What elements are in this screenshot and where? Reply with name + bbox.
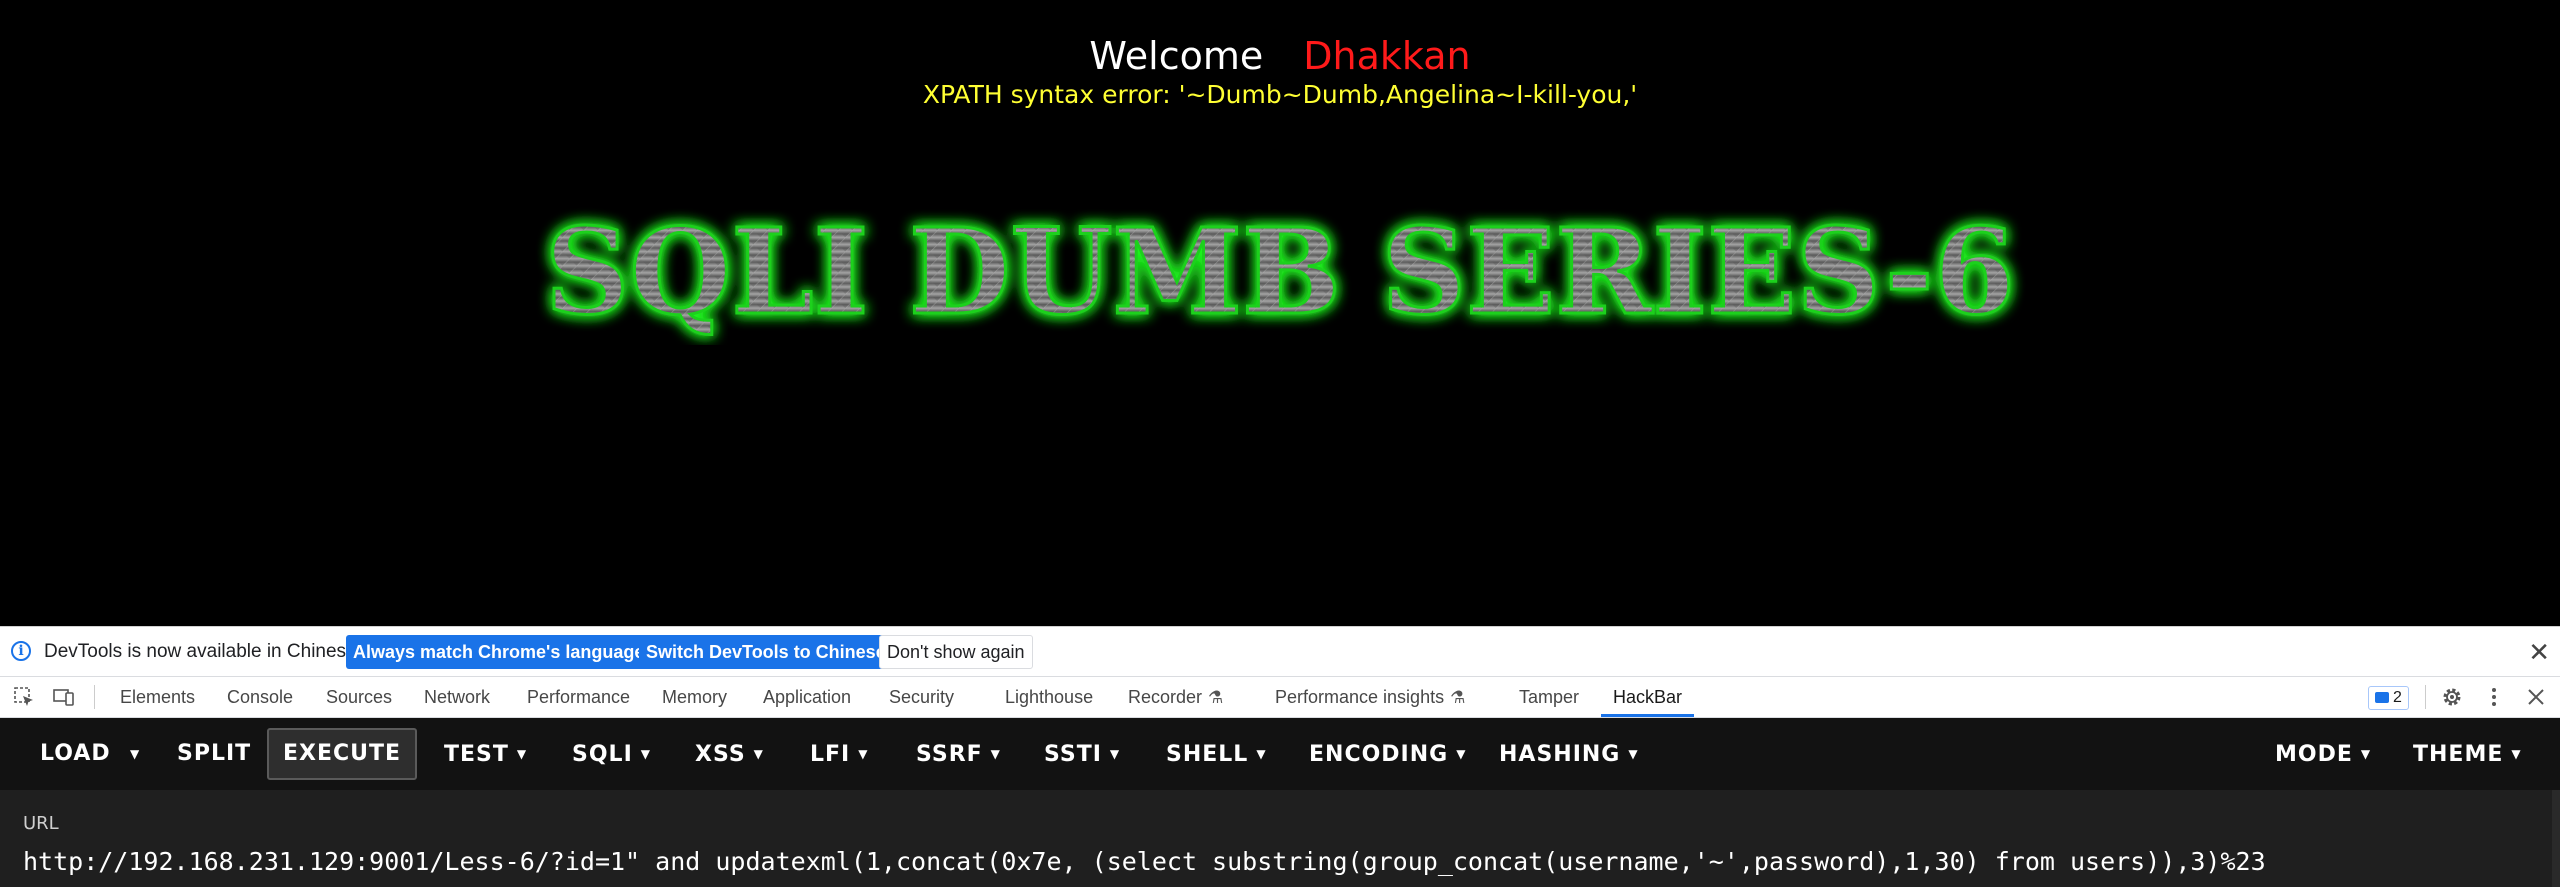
infobar-message: DevTools is now available in Chinese! (44, 641, 362, 662)
shell-menu-label: SHELL (1166, 742, 1249, 767)
mode-menu[interactable]: MODE ▼ (2275, 728, 2371, 780)
xss-menu-label: XSS (695, 742, 746, 767)
xpath-error-message: XPATH syntax error: '~Dumb~Dumb,Angelina… (922, 80, 1638, 109)
tab-elements[interactable]: Elements (120, 677, 195, 717)
chevron-down-icon: ▼ (1256, 747, 1267, 761)
sqli-dumb-series-logo: SQLI DUMB SERIES-6 (520, 195, 2040, 345)
split-button[interactable]: SPLIT (177, 728, 251, 780)
always-match-language-button[interactable]: Always match Chrome's language (346, 635, 652, 669)
dont-show-again-button[interactable]: Don't show again (879, 635, 1033, 669)
chevron-down-icon: ▼ (1456, 747, 1467, 761)
xss-menu[interactable]: XSS ▼ (695, 728, 764, 780)
device-toolbar-icon[interactable] (53, 686, 75, 708)
chevron-down-icon: ▼ (753, 747, 764, 761)
message-icon (2375, 692, 2389, 703)
tab-application[interactable]: Application (763, 677, 851, 717)
ssti-menu[interactable]: SSTI ▼ (1044, 728, 1120, 780)
chevron-down-icon: ▼ (640, 747, 651, 761)
page-viewport: Welcome Dhakkan XPATH syntax error: '~Dum… (0, 0, 2560, 626)
language-infobar: i DevTools is now available in Chinese! … (0, 626, 2560, 676)
shell-menu[interactable]: SHELL ▼ (1166, 728, 1267, 780)
tab-performance[interactable]: Performance (527, 677, 630, 717)
test-menu[interactable]: TEST ▼ (444, 728, 527, 780)
theme-menu-label: THEME (2413, 742, 2504, 767)
inspect-element-icon[interactable] (13, 686, 35, 708)
sqli-menu-label: SQLI (572, 742, 633, 767)
sqli-menu[interactable]: SQLI ▼ (572, 728, 651, 780)
lfi-menu[interactable]: LFI ▼ (810, 728, 868, 780)
tab-console[interactable]: Console (227, 677, 293, 717)
scrollbar[interactable] (2552, 790, 2560, 887)
welcome-line: Welcome Dhakkan (0, 32, 2560, 80)
devtools-panel: i DevTools is now available in Chinese! … (0, 626, 2560, 887)
tab-security[interactable]: Security (889, 677, 954, 717)
hashing-menu-label: HASHING (1499, 742, 1621, 767)
more-options-icon[interactable] (2483, 686, 2505, 708)
chevron-down-icon: ▼ (2360, 747, 2372, 761)
hackbar-url-panel: URL http://192.168.231.129:9001/Less-6/?… (0, 790, 2560, 887)
close-devtools-icon[interactable] (2525, 686, 2547, 708)
welcome-username: Dhakkan (1303, 34, 1471, 78)
welcome-text: Welcome (1089, 34, 1264, 78)
tab-performance-insights-label: Performance insights (1275, 687, 1445, 707)
info-icon: i (11, 641, 31, 661)
chevron-down-icon: ▼ (858, 747, 869, 761)
url-input[interactable]: http://192.168.231.129:9001/Less-6/?id=1… (23, 847, 2266, 876)
chevron-down-icon: ▼ (1109, 747, 1121, 761)
url-label: URL (23, 813, 59, 834)
chevron-down-icon: ▼ (516, 747, 528, 761)
tab-network[interactable]: Network (424, 677, 490, 717)
tab-sources[interactable]: Sources (326, 677, 392, 717)
theme-menu[interactable]: THEME ▼ (2413, 728, 2522, 780)
tab-lighthouse[interactable]: Lighthouse (1005, 677, 1093, 717)
load-dropdown-icon[interactable]: ▼ (130, 728, 140, 780)
issues-count: 2 (2393, 689, 2402, 706)
execute-button[interactable]: EXECUTE (267, 728, 417, 780)
ssrf-menu[interactable]: SSRF ▼ (916, 728, 1001, 780)
tab-recorder[interactable]: Recorder ⚗ (1128, 677, 1223, 717)
logo-text: SQLI DUMB SERIES-6 (545, 202, 2015, 341)
toolbar-divider (94, 685, 95, 709)
close-icon[interactable]: ✕ (2528, 637, 2550, 667)
load-button[interactable]: LOAD (40, 728, 111, 780)
encoding-menu-label: ENCODING (1309, 742, 1449, 767)
hashing-menu[interactable]: HASHING ▼ (1499, 728, 1639, 780)
switch-devtools-language-button[interactable]: Switch DevTools to Chinese (639, 635, 893, 669)
tab-recorder-label: Recorder (1128, 687, 1203, 707)
mode-menu-label: MODE (2275, 742, 2353, 767)
tab-hackbar[interactable]: HackBar (1600, 677, 1695, 717)
tab-tamper[interactable]: Tamper (1519, 677, 1579, 717)
chevron-down-icon: ▼ (990, 747, 1001, 761)
toolbar-divider (2425, 685, 2426, 709)
experiment-flask-icon: ⚗ (1450, 688, 1466, 707)
experiment-flask-icon: ⚗ (1208, 688, 1224, 707)
tab-memory[interactable]: Memory (662, 677, 727, 717)
ssti-menu-label: SSTI (1044, 742, 1102, 767)
ssrf-menu-label: SSRF (916, 742, 983, 767)
devtools-tab-bar: Elements Console Sources Network Perform… (0, 676, 2560, 718)
issues-badge[interactable]: 2 (2368, 686, 2409, 710)
tab-performance-insights[interactable]: Performance insights ⚗ (1275, 677, 1465, 717)
chevron-down-icon: ▼ (2511, 747, 2522, 761)
settings-gear-icon[interactable] (2441, 686, 2463, 708)
encoding-menu[interactable]: ENCODING ▼ (1309, 728, 1466, 780)
chevron-down-icon: ▼ (1628, 747, 1639, 761)
lfi-menu-label: LFI (810, 742, 851, 767)
hackbar-toolbar: LOAD ▼ SPLIT EXECUTE TEST ▼ SQLI ▼ XSS ▼ LF… (0, 718, 2560, 790)
test-menu-label: TEST (444, 742, 509, 767)
